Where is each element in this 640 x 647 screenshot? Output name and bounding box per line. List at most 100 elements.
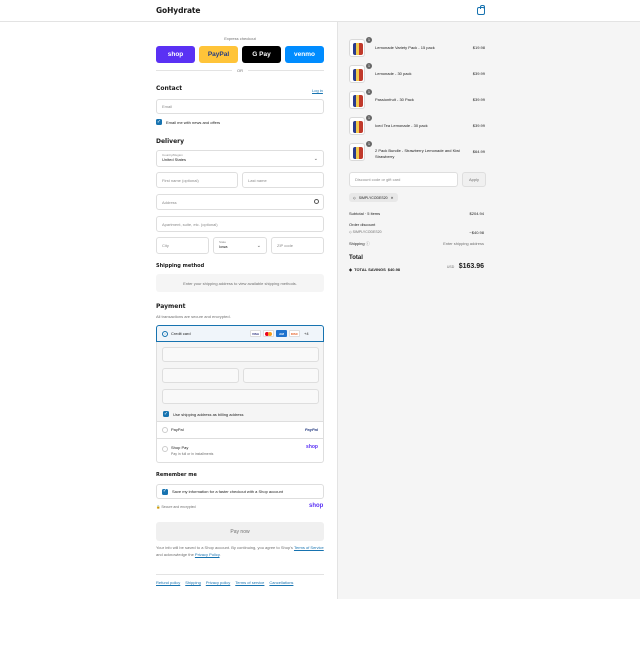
apply-button[interactable]: Apply [462,172,486,187]
product-price: $39.99 [472,97,485,102]
shop-logo: shop [309,503,324,509]
quantity-badge: 1 [366,115,372,121]
total-savings: ◈ TOTAL SAVINGS $40.98 [349,267,401,272]
tag-icon: ◇ [353,195,356,200]
discover-icon: DISC [289,330,300,337]
shipping-value: Enter shipping address [443,241,484,246]
product-name: Passionfruit - 30 Pack [375,97,414,102]
product-thumbnail [349,39,365,57]
privacy-link[interactable]: Privacy Policy [195,552,220,557]
login-link[interactable]: Log in [312,88,323,93]
shoppay-option[interactable]: Shop Pay Pay in full or in installments … [156,439,324,463]
city-field[interactable]: City [156,237,209,254]
product-price: $19.98 [472,45,485,50]
zip-field[interactable]: ZIP code [271,237,324,254]
shipping-label: Shipping ⓘ [349,241,370,246]
expiry-field[interactable] [162,368,239,383]
venmo-express-button[interactable]: venmo [285,46,324,63]
search-icon [314,199,319,204]
security-code-field[interactable] [243,368,319,383]
news-checkbox-row[interactable]: ✓ Email me with news and offers [156,119,220,125]
country-select[interactable]: Country/Region United States ⌄ [156,150,324,167]
first-name-field[interactable]: First name (optional) [156,172,238,188]
product-thumbnail [349,65,365,83]
product-thumbnail [349,117,365,135]
subtotal-value: $204.94 [469,211,484,216]
amex-icon: AM [276,330,287,337]
g-pay-express-button[interactable]: G Pay [242,46,281,63]
checkbox-checked-icon[interactable]: ✓ [162,488,168,495]
radio-selected-icon[interactable] [162,331,168,337]
product-price: $39.99 [472,123,485,128]
visa-icon: VISA [250,330,261,337]
quantity-badge: 1 [366,89,372,95]
quantity-badge: 1 [366,63,372,69]
savings-tag-icon: ◈ [349,267,353,272]
footer-link[interactable]: Cancellations [269,580,293,585]
shopping-bag-icon[interactable] [477,5,485,15]
footer-link[interactable]: Terms of service [235,580,264,585]
order-discount-label: Order discount [349,222,376,227]
contact-heading: Contact [156,85,183,92]
address-field[interactable]: Address [156,194,324,210]
mastercard-icon [263,330,274,337]
close-icon[interactable]: ✕ [391,196,394,200]
state-select[interactable]: State Iowa ⌄ [213,237,267,254]
footer-link[interactable]: Shipping [185,580,201,585]
legal-text: Your info will be saved to a Shop accoun… [156,545,324,557]
express-checkout-label: Express checkout [224,36,256,41]
shop-logo: shop [306,444,318,450]
header: GoHydrate [0,0,640,22]
payment-heading: Payment [156,303,186,310]
product-price: $39.99 [472,71,485,76]
order-discount-code: ◇ SIMPLYCODES20 [349,230,382,234]
chevron-down-icon: ⌄ [256,243,261,249]
paypal-option[interactable]: PayPal PayPal [156,422,324,439]
cart-item: 1 Iced Tea Lemonade - 30 pack $39.99 [349,115,485,137]
product-thumbnail [349,143,365,161]
checkbox-checked-icon[interactable]: ✓ [163,411,169,417]
billing-checkbox-row[interactable]: ✓ Use shipping address as billing address [163,411,243,417]
footer-divider [156,574,324,575]
total-value: USD $163.96 [446,263,484,270]
credit-card-option[interactable]: Credit card VISA AM DISC +4 [156,325,324,342]
shipping-method-heading: Shipping method [156,263,205,269]
footer-link[interactable]: Privacy policy [206,580,230,585]
delivery-heading: Delivery [156,138,185,145]
name-on-card-field[interactable] [162,389,319,404]
total-label: Total [349,255,363,261]
product-name: Lemonade - 30 pack [375,71,412,76]
remember-heading: Remember me [156,472,197,478]
quantity-badge: 1 [366,37,372,43]
discount-field[interactable]: Discount code or gift card [349,172,458,187]
paypal-express-button[interactable]: PayPal [199,46,238,63]
cart-item: 1 Lemonade - 30 pack $39.99 [349,63,485,85]
help-icon: ⓘ [365,241,370,246]
cart-item: 1 Lemonade Variety Pack - 15 pack $19.98 [349,37,485,59]
footer-link[interactable]: Refund policy [156,580,180,585]
shop-express-button[interactable]: shop [156,46,195,63]
discount-tag: ◇ SIMPLYCODES20 ✕ [349,193,398,202]
brand-logo[interactable]: GoHydrate [156,6,200,15]
product-name: Lemonade Variety Pack - 15 pack [375,45,435,50]
order-discount-value: −$40.98 [469,230,484,235]
terms-link[interactable]: Terms of Service [294,545,324,550]
apartment-field[interactable]: Apartment, suite, etc. (optional) [156,216,324,232]
footer-links: Refund policy Shipping Privacy policy Terms… [156,580,293,585]
product-price: $64.99 [472,149,485,154]
card-number-field[interactable] [162,347,319,362]
checkbox-checked-icon[interactable]: ✓ [156,119,162,125]
last-name-field[interactable]: Last name [242,172,324,188]
chevron-down-icon: ⌄ [313,156,318,162]
radio-icon[interactable] [162,446,168,452]
email-field[interactable]: Email [156,99,324,114]
product-name: Iced Tea Lemonade - 30 pack [375,123,428,128]
quantity-badge: 1 [366,141,372,147]
radio-icon[interactable] [162,427,168,433]
remember-checkbox-row[interactable]: ✓ Save my information for a faster checko… [156,484,324,499]
product-name: 2 Pack Bundle - Strawberry Lemonade and … [375,148,460,159]
product-thumbnail [349,91,365,109]
secure-note: 🔒 Secure and encrypted [156,505,196,509]
pay-now-button[interactable]: Pay now [156,522,324,541]
subtotal-label: Subtotal · 5 items [349,211,381,216]
